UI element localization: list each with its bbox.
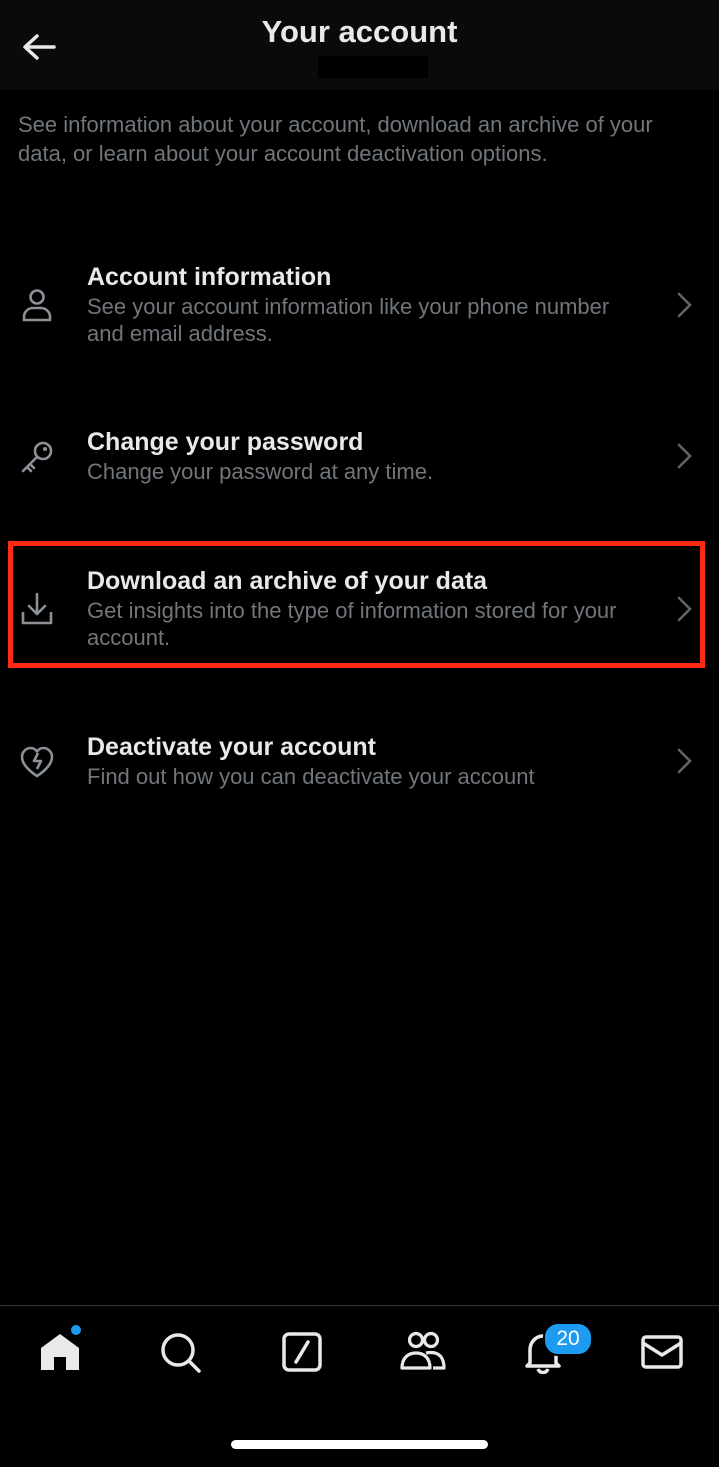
page-title: Your account <box>261 14 458 49</box>
home-icon[interactable] <box>38 1330 82 1374</box>
chevron-right-icon <box>675 747 695 775</box>
account-information-item[interactable]: Account information See your account inf… <box>0 255 719 365</box>
header-bar: Your account @ <box>0 0 719 90</box>
intro-text: See information about your account, down… <box>18 112 653 166</box>
chevron-right-icon <box>675 291 695 319</box>
messages-icon[interactable] <box>640 1330 684 1374</box>
notifications-badge: 20 <box>543 1322 593 1356</box>
broken-heart-icon <box>18 743 56 781</box>
deactivate-account-item[interactable]: Deactivate your account Find out how you… <box>0 725 719 835</box>
deactivate-account-text: Deactivate your account Find out how you… <box>87 731 639 790</box>
chevron-right-icon <box>675 442 695 470</box>
key-icon <box>18 438 56 476</box>
item-title: Account information <box>87 263 332 291</box>
item-title: Change your password <box>87 428 364 456</box>
home-unread-dot <box>71 1325 81 1335</box>
item-description: See your account information like your p… <box>87 294 610 346</box>
item-description: Find out how you can deactivate your acc… <box>87 764 535 789</box>
change-password-text: Change your password Change your passwor… <box>87 426 639 485</box>
item-description: Change your password at any time. <box>87 459 434 484</box>
redacted-handle <box>318 56 428 78</box>
person-icon <box>18 286 56 324</box>
item-title: Deactivate your account <box>87 733 376 761</box>
account-information-text: Account information See your account inf… <box>87 261 639 347</box>
grok-icon[interactable] <box>280 1330 324 1374</box>
change-password-item[interactable]: Change your password Change your passwor… <box>0 420 719 530</box>
home-indicator <box>231 1440 488 1449</box>
highlight-box <box>8 541 705 668</box>
communities-icon[interactable] <box>399 1330 446 1374</box>
search-icon[interactable] <box>158 1330 202 1374</box>
